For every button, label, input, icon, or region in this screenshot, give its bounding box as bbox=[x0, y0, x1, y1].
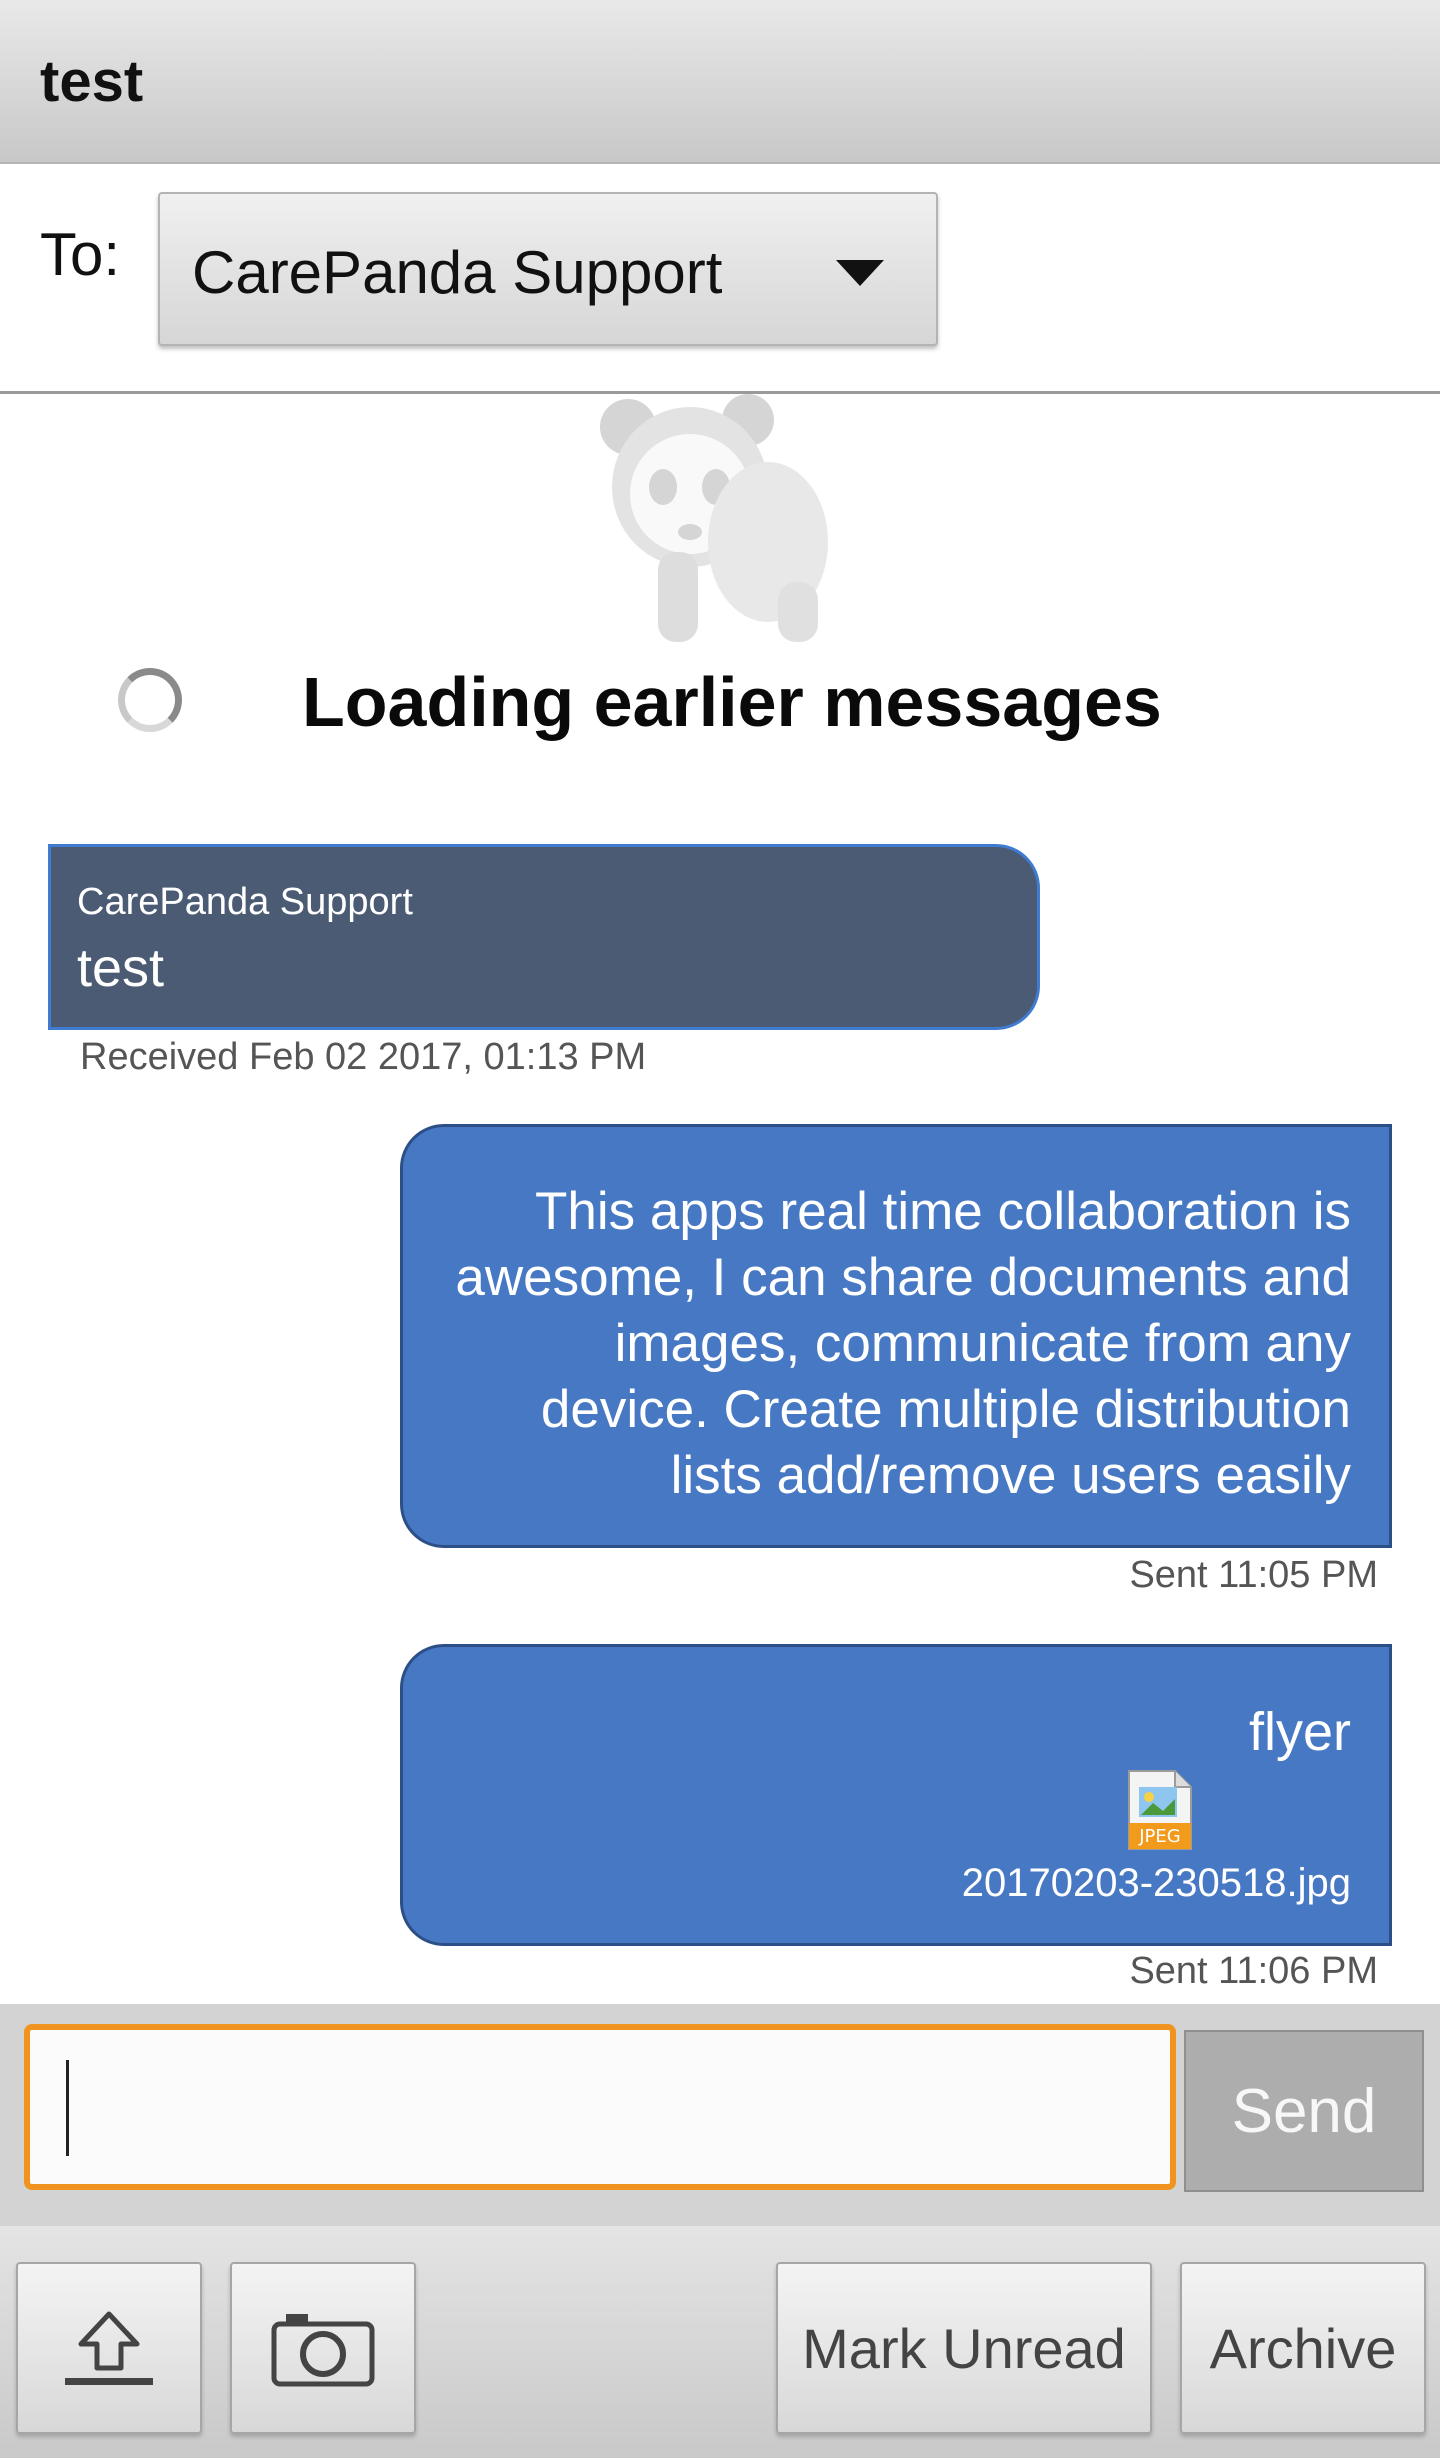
message-text: test bbox=[77, 938, 165, 998]
message-input[interactable] bbox=[24, 2024, 1176, 2190]
camera-button[interactable] bbox=[230, 2262, 416, 2434]
upload-icon bbox=[65, 2311, 153, 2385]
message-timestamp: Sent 11:05 PM bbox=[1129, 1554, 1378, 1596]
svg-text:JPEG: JPEG bbox=[1138, 1826, 1180, 1847]
bottom-toolbar: Mark Unread Archive bbox=[0, 2226, 1440, 2458]
camera-icon bbox=[271, 2314, 375, 2387]
title-bar: test bbox=[0, 0, 1440, 164]
message-timestamp: Sent 11:06 PM bbox=[1129, 1950, 1378, 1992]
loading-earlier-messages[interactable]: Loading earlier messages bbox=[302, 662, 1162, 742]
page-title: test bbox=[40, 49, 144, 114]
mark-unread-button[interactable]: Mark Unread bbox=[776, 2262, 1152, 2434]
upload-button[interactable] bbox=[16, 2262, 202, 2434]
message-text: flyer bbox=[1248, 1702, 1351, 1762]
sender-name: CarePanda Support bbox=[77, 881, 413, 923]
message-bubble-attachment[interactable]: flyer JPEG 20170203-230518.jpg bbox=[400, 1644, 1392, 1946]
compose-bar: Send bbox=[0, 2004, 1440, 2226]
recipient-row: To: CarePanda Support bbox=[0, 164, 1440, 394]
message-bubble-sent[interactable]: This apps real time collaboration is awe… bbox=[400, 1124, 1392, 1548]
text-cursor bbox=[66, 2060, 69, 2156]
panda-logo bbox=[600, 394, 828, 642]
jpeg-file-icon[interactable]: JPEG bbox=[1125, 1769, 1195, 1851]
message-bubble-received[interactable]: CarePanda Support test bbox=[48, 844, 1040, 1030]
messaging-app: test To: CarePanda Support Loading earli… bbox=[0, 0, 1440, 2458]
recipient-dropdown[interactable]: CarePanda Support bbox=[158, 192, 938, 346]
message-text: This apps real time collaboration is awe… bbox=[455, 1182, 1351, 1505]
send-button[interactable]: Send bbox=[1184, 2030, 1424, 2192]
attachment-filename[interactable]: 20170203-230518.jpg bbox=[962, 1861, 1351, 1906]
recipient-value: CarePanda Support bbox=[192, 239, 723, 306]
message-timestamp: Received Feb 02 2017, 01:13 PM bbox=[80, 1036, 647, 1078]
archive-button[interactable]: Archive bbox=[1180, 2262, 1426, 2434]
chevron-down-icon bbox=[836, 260, 884, 286]
to-label: To: bbox=[40, 221, 121, 288]
loading-spinner-icon bbox=[118, 668, 182, 732]
